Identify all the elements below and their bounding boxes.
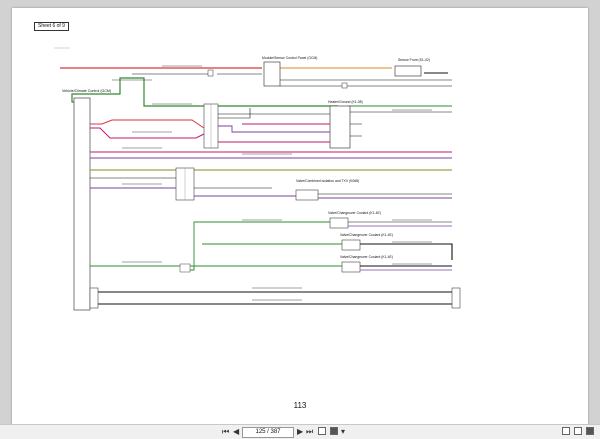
heater-control: Heater/Ground (K1-08) [90, 100, 452, 149]
bottom-circuits [89, 287, 461, 309]
left-module-label: Vehicle/Climate Control (GCM) [62, 89, 111, 93]
viewer-toolbar: ⏮ ◀ 125 / 387 ▶ ⏭ ▾ [0, 424, 600, 439]
valve-2: Valve/Changeover Coolant (K1-4E) [202, 233, 453, 260]
heater-control-label: Heater/Ground (K1-08) [328, 100, 363, 104]
wiring-diagram: Vehicle/Climate Control (GCM) Module/Sen… [54, 47, 461, 311]
first-page-button[interactable]: ⏮ [222, 426, 229, 437]
valve-3-label: Valve/Changeover Coolant (K1-4E) [340, 255, 393, 259]
single-page-view-icon[interactable] [562, 427, 570, 435]
next-page-button[interactable]: ▶ [297, 426, 303, 437]
zoom-dropdown-icon[interactable]: ▾ [341, 426, 345, 437]
page-thumbnail-icon[interactable] [318, 427, 326, 435]
continuous-view-icon[interactable] [586, 427, 594, 435]
valve-2-label: Valve/Changeover Coolant (K1-4E) [340, 233, 393, 237]
valve-1-label: Valve/Changeover Coolant (K1-4E) [328, 211, 381, 215]
top-red-circuit: Module/Sensor Control Panel (GCM) Sensor… [60, 56, 452, 89]
valve-3: Valve/Changeover Coolant (K1-4E) [90, 255, 452, 273]
two-page-view-icon[interactable] [574, 427, 582, 435]
valve-combined-label: Valve/Combined isolation and TXV (K068) [296, 179, 359, 183]
left-module: Vehicle/Climate Control (GCM) [62, 89, 111, 311]
top-module-label: Module/Sensor Control Panel (GCM) [262, 56, 317, 60]
prev-page-button[interactable]: ◀ [233, 426, 239, 437]
fit-page-icon[interactable] [330, 427, 338, 435]
magenta-circuits [90, 151, 452, 171]
page-number: 113 [293, 401, 307, 410]
sensor-right-label: Sensor Front (S1-02) [398, 58, 430, 62]
page-number-field[interactable]: 125 / 387 [242, 427, 294, 438]
document-page: Sheet 6 of 9 Vehicle/Climate Control (GC… [12, 8, 588, 424]
document-viewer[interactable]: Sheet 6 of 9 Vehicle/Climate Control (GC… [0, 0, 600, 424]
last-page-button[interactable]: ⏭ [306, 426, 313, 437]
